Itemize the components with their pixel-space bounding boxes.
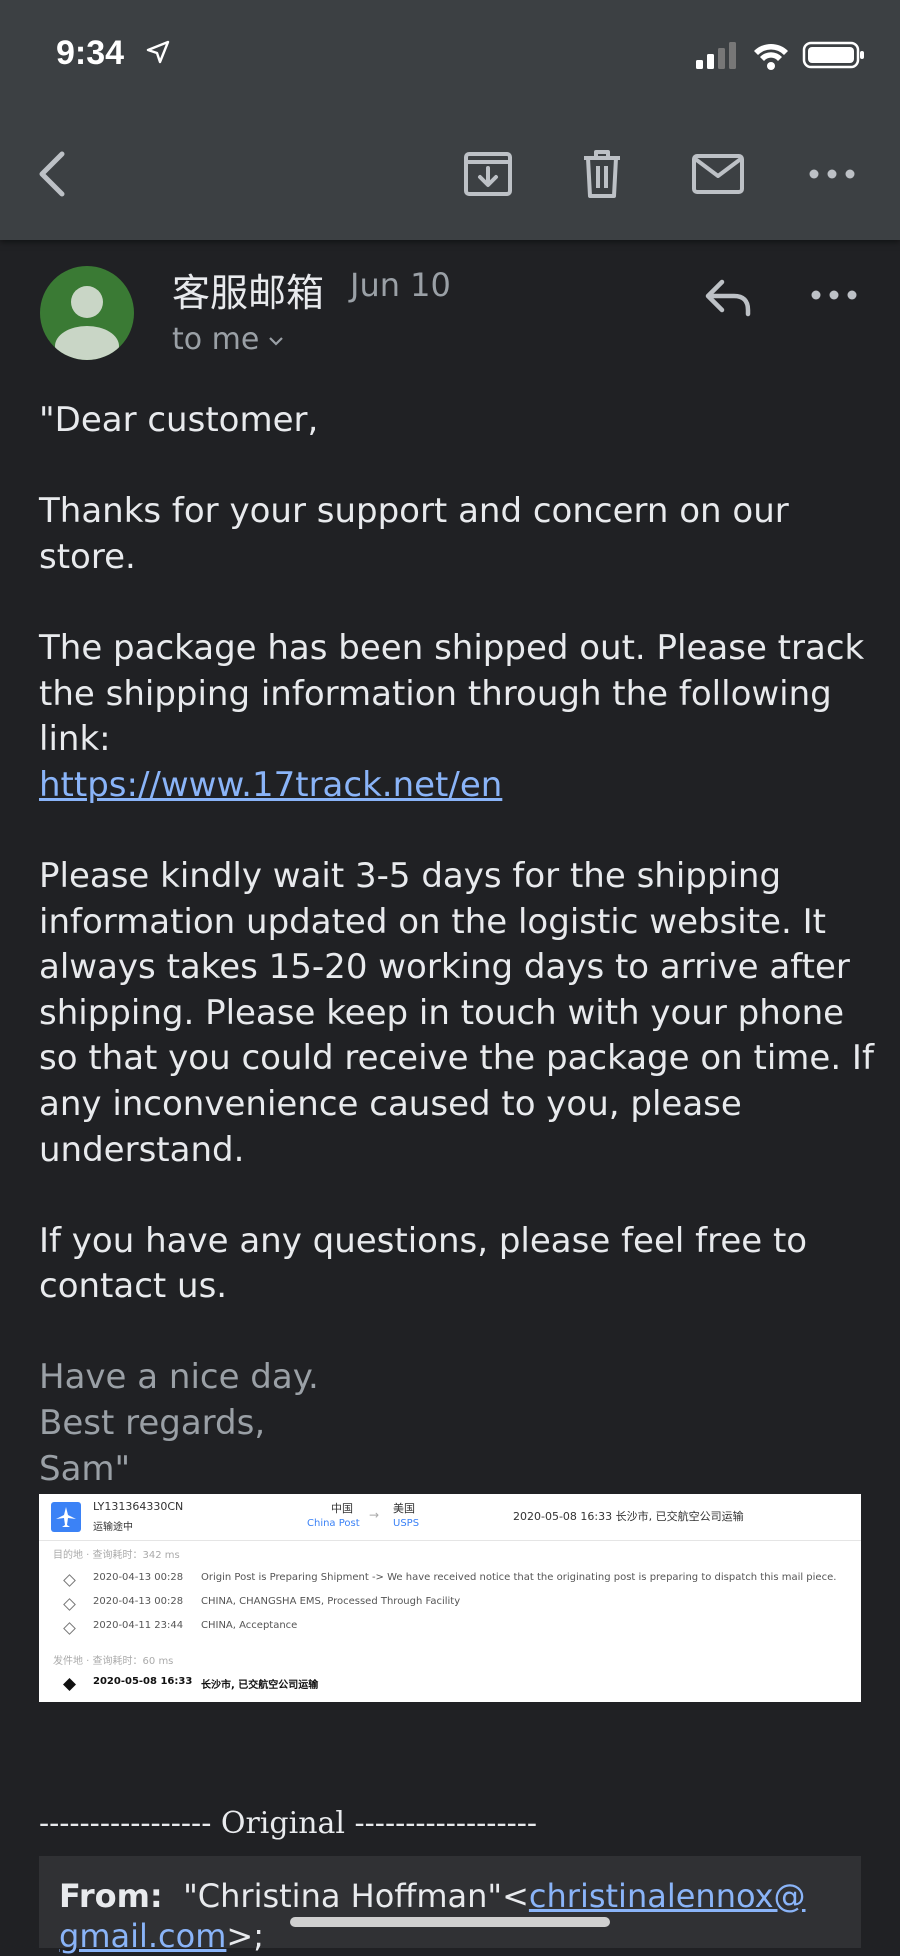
message-date: Jun 10 xyxy=(350,266,451,304)
tracking-event: 2020-04-13 00:28 Origin Post is Preparin… xyxy=(39,1572,861,1594)
plane-icon xyxy=(51,1502,81,1532)
dest-carrier: USPS xyxy=(393,1518,420,1529)
sign-off: Have a nice day. Best regards, Sam" xyxy=(39,1355,879,1492)
archive-icon xyxy=(464,152,512,196)
sign-off-line: Have a nice day. xyxy=(39,1357,319,1398)
event-date: 2020-04-13 00:28 xyxy=(93,1596,184,1607)
back-button[interactable] xyxy=(26,146,82,202)
dest-country: 美国 xyxy=(393,1502,415,1515)
tracking-header: LY131364330CN 运输途中 中国 China Post → 美国 US… xyxy=(39,1494,861,1541)
quoted-header: From: "Christina Hoffman"<christinalenno… xyxy=(39,1856,861,1955)
tracking-link[interactable]: https://www.17track.net/en xyxy=(39,765,502,805)
signal-icon xyxy=(696,42,736,69)
more-options-button[interactable] xyxy=(804,146,860,202)
battery-icon xyxy=(802,41,864,69)
sign-off-line: Best regards, xyxy=(39,1403,266,1444)
greeting: "Dear customer, xyxy=(39,400,319,440)
event-date: 2020-04-11 23:44 xyxy=(93,1620,184,1631)
body-paragraph: If you have any questions, please feel f… xyxy=(39,1220,808,1307)
recipient-label: to me xyxy=(172,322,260,357)
from-name: "Christina Hoffman"< xyxy=(183,1877,529,1915)
body-paragraph: The package has been shipped out. Please… xyxy=(39,626,879,808)
mark-unread-button[interactable] xyxy=(690,146,746,202)
event-dot-icon xyxy=(63,1574,76,1587)
recipient-details-toggle[interactable]: to me xyxy=(172,322,285,357)
from-label: From: xyxy=(59,1877,163,1915)
event-desc: CHINA, CHANGSHA EMS, Processed Through F… xyxy=(201,1596,461,1607)
tracking-event: 2020-04-11 23:44 CHINA, Acceptance xyxy=(39,1620,861,1642)
person-icon xyxy=(55,286,119,360)
event-dot-icon xyxy=(63,1622,76,1635)
from-tail: >; xyxy=(226,1917,264,1955)
body-paragraph: Thanks for your support and concern on o… xyxy=(39,491,789,577)
trash-icon xyxy=(584,150,620,198)
tracking-event: 2020-05-08 16:33 长沙市, 已交航空公司运输 xyxy=(39,1676,861,1698)
shipping-text: The package has been shipped out. Please… xyxy=(39,627,865,760)
dest-section-label: 目的地 · 查询耗时：342 ms xyxy=(53,1550,180,1561)
tracking-event: 2020-04-13 00:28 CHINA, CHANGSHA EMS, Pr… xyxy=(39,1596,861,1618)
message-body: "Dear customer, Thanks for your support … xyxy=(39,398,879,1492)
event-dot-icon xyxy=(63,1678,76,1691)
from-email-link-2[interactable]: gmail.com xyxy=(59,1917,226,1955)
tracking-image[interactable]: LY131364330CN 运输途中 中国 China Post → 美国 US… xyxy=(39,1494,861,1702)
latest-event: 2020-05-08 16:33 长沙市, 已交航空公司运输 xyxy=(513,1510,744,1523)
from-email-link[interactable]: christinalennox@ xyxy=(529,1877,806,1915)
mail-icon xyxy=(692,154,744,194)
wifi-icon xyxy=(754,43,788,70)
original-divider: ----------------- Original -------------… xyxy=(39,1806,537,1841)
event-desc: CHINA, Acceptance xyxy=(201,1620,298,1631)
archive-button[interactable] xyxy=(460,146,516,202)
origin-carrier: China Post xyxy=(307,1518,360,1529)
home-indicator[interactable] xyxy=(290,1917,610,1927)
event-desc: 长沙市, 已交航空公司运输 xyxy=(201,1680,319,1691)
message-more-icon[interactable] xyxy=(806,270,862,320)
origin-country: 中国 xyxy=(331,1502,353,1515)
status-time: 9:34 xyxy=(56,34,125,72)
tracking-number: LY131364330CN xyxy=(93,1500,184,1513)
body-paragraph: Please kindly wait 3-5 days for the ship… xyxy=(39,855,874,1170)
event-date: 2020-04-13 00:28 xyxy=(93,1572,184,1583)
back-arrow-icon xyxy=(39,151,65,197)
route-arrow-icon: → xyxy=(369,1508,380,1522)
delete-button[interactable] xyxy=(574,146,630,202)
reply-icon[interactable] xyxy=(700,268,756,324)
tracking-status: 运输途中 xyxy=(93,1522,133,1533)
sign-off-line: Sam" xyxy=(39,1448,131,1489)
top-bar: 9:34 xyxy=(0,0,900,240)
origin-section-label: 发件地 · 查询耗时：60 ms xyxy=(53,1656,174,1667)
event-desc: Origin Post is Preparing Shipment -> We … xyxy=(201,1572,837,1583)
from-line: From: "Christina Hoffman"<christinalenno… xyxy=(59,1876,859,1956)
location-arrow-icon xyxy=(146,40,170,64)
status-indicators xyxy=(696,41,864,70)
avatar[interactable] xyxy=(40,266,134,360)
event-date: 2020-05-08 16:33 xyxy=(93,1676,193,1687)
event-dot-icon xyxy=(63,1598,76,1611)
more-icon xyxy=(809,169,855,179)
sender-name: 客服邮箱 xyxy=(172,271,325,315)
chevron-down-icon xyxy=(269,336,284,346)
